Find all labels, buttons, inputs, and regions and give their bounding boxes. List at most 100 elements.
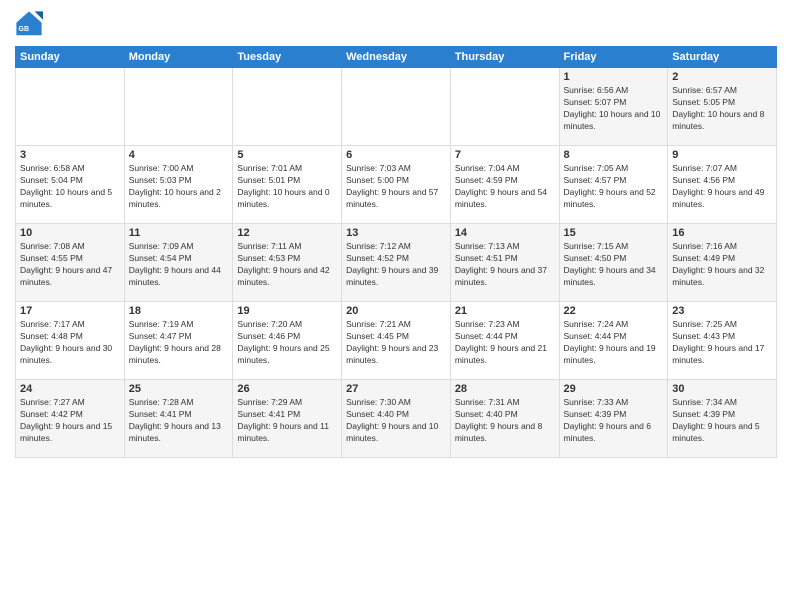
day-number: 21 — [455, 305, 555, 317]
day-cell: 28Sunrise: 7:31 AM Sunset: 4:40 PM Dayli… — [450, 380, 559, 458]
day-cell: 23Sunrise: 7:25 AM Sunset: 4:43 PM Dayli… — [668, 302, 777, 380]
day-info: Sunrise: 7:05 AM Sunset: 4:57 PM Dayligh… — [564, 163, 664, 211]
day-number: 2 — [672, 71, 772, 83]
day-cell: 8 Sunrise: 7:05 AM Sunset: 4:57 PM Daylig… — [559, 146, 668, 224]
header-cell-saturday: Saturday — [668, 47, 777, 68]
day-number: 16 — [672, 227, 772, 239]
day-cell — [124, 68, 233, 146]
day-cell: 7Sunrise: 7:04 AM Sunset: 4:59 PM Daylig… — [450, 146, 559, 224]
day-number: 25 — [129, 383, 229, 395]
day-cell: 22Sunrise: 7:24 AM Sunset: 4:44 PM Dayli… — [559, 302, 668, 380]
day-cell: 12 Sunrise: 7:11 AM Sunset: 4:53 PM Dayli… — [233, 224, 342, 302]
week-row-4: 24 Sunrise: 7:27 AM Sunset: 4:42 PM Dayli… — [16, 380, 777, 458]
day-cell: 25 Sunrise: 7:28 AM Sunset: 4:41 PM Dayli… — [124, 380, 233, 458]
day-info: Sunrise: 7:31 AM Sunset: 4:40 PM Dayligh… — [455, 397, 555, 445]
header-cell-sunday: Sunday — [16, 47, 125, 68]
header-cell-wednesday: Wednesday — [342, 47, 451, 68]
day-number: 8 — [564, 149, 664, 161]
week-row-3: 17 Sunrise: 7:17 AM Sunset: 4:48 PM Dayli… — [16, 302, 777, 380]
day-info: Sunrise: 7:00 AM Sunset: 5:03 PM Dayligh… — [129, 163, 229, 211]
day-number: 29 — [564, 383, 664, 395]
day-cell: 24 Sunrise: 7:27 AM Sunset: 4:42 PM Dayli… — [16, 380, 125, 458]
day-cell — [450, 68, 559, 146]
day-cell: 14 Sunrise: 7:13 AM Sunset: 4:51 PM Dayli… — [450, 224, 559, 302]
day-number: 1 — [564, 71, 664, 83]
calendar-header: SundayMondayTuesdayWednesdayThursdayFrid… — [16, 47, 777, 68]
day-info: Sunrise: 7:16 AM Sunset: 4:49 PM Dayligh… — [672, 241, 772, 289]
day-cell: 3 Sunrise: 6:58 AM Sunset: 5:04 PM Daylig… — [16, 146, 125, 224]
day-info: Sunrise: 6:58 AM Sunset: 5:04 PM Dayligh… — [20, 163, 120, 211]
header-row: SundayMondayTuesdayWednesdayThursdayFrid… — [16, 47, 777, 68]
day-number: 27 — [346, 383, 446, 395]
day-number: 18 — [129, 305, 229, 317]
day-cell: 30 Sunrise: 7:34 AM Sunset: 4:39 PM Dayli… — [668, 380, 777, 458]
calendar-body: 1 Sunrise: 6:56 AM Sunset: 5:07 PM Daylig… — [16, 68, 777, 458]
day-info: Sunrise: 7:09 AM Sunset: 4:54 PM Dayligh… — [129, 241, 229, 289]
header: GB — [15, 10, 777, 38]
day-info: Sunrise: 7:27 AM Sunset: 4:42 PM Dayligh… — [20, 397, 120, 445]
day-cell: 15Sunrise: 7:15 AM Sunset: 4:50 PM Dayli… — [559, 224, 668, 302]
day-cell: 21 Sunrise: 7:23 AM Sunset: 4:44 PM Dayli… — [450, 302, 559, 380]
day-number: 15 — [564, 227, 664, 239]
day-info: Sunrise: 7:20 AM Sunset: 4:46 PM Dayligh… — [237, 319, 337, 367]
day-number: 30 — [672, 383, 772, 395]
day-cell: 13Sunrise: 7:12 AM Sunset: 4:52 PM Dayli… — [342, 224, 451, 302]
page: GB SundayMondayTuesdayWednesdayThursdayF… — [0, 0, 792, 612]
day-info: Sunrise: 7:30 AM Sunset: 4:40 PM Dayligh… — [346, 397, 446, 445]
day-number: 24 — [20, 383, 120, 395]
day-info: Sunrise: 6:57 AM Sunset: 5:05 PM Dayligh… — [672, 85, 772, 133]
day-number: 4 — [129, 149, 229, 161]
day-number: 14 — [455, 227, 555, 239]
day-info: Sunrise: 7:21 AM Sunset: 4:45 PM Dayligh… — [346, 319, 446, 367]
day-number: 26 — [237, 383, 337, 395]
day-number: 12 — [237, 227, 337, 239]
day-cell: 2 Sunrise: 6:57 AM Sunset: 5:05 PM Daylig… — [668, 68, 777, 146]
day-number: 9 — [672, 149, 772, 161]
week-row-1: 3 Sunrise: 6:58 AM Sunset: 5:04 PM Daylig… — [16, 146, 777, 224]
header-cell-tuesday: Tuesday — [233, 47, 342, 68]
day-number: 5 — [237, 149, 337, 161]
header-cell-thursday: Thursday — [450, 47, 559, 68]
day-info: Sunrise: 7:08 AM Sunset: 4:55 PM Dayligh… — [20, 241, 120, 289]
header-cell-friday: Friday — [559, 47, 668, 68]
day-cell: 6 Sunrise: 7:03 AM Sunset: 5:00 PM Daylig… — [342, 146, 451, 224]
day-info: Sunrise: 7:01 AM Sunset: 5:01 PM Dayligh… — [237, 163, 337, 211]
day-info: Sunrise: 7:19 AM Sunset: 4:47 PM Dayligh… — [129, 319, 229, 367]
day-info: Sunrise: 7:29 AM Sunset: 4:41 PM Dayligh… — [237, 397, 337, 445]
day-cell: 20 Sunrise: 7:21 AM Sunset: 4:45 PM Dayli… — [342, 302, 451, 380]
day-info: Sunrise: 7:17 AM Sunset: 4:48 PM Dayligh… — [20, 319, 120, 367]
day-cell: 17 Sunrise: 7:17 AM Sunset: 4:48 PM Dayli… — [16, 302, 125, 380]
day-cell: 18 Sunrise: 7:19 AM Sunset: 4:47 PM Dayli… — [124, 302, 233, 380]
day-info: Sunrise: 7:23 AM Sunset: 4:44 PM Dayligh… — [455, 319, 555, 367]
day-number: 23 — [672, 305, 772, 317]
day-number: 11 — [129, 227, 229, 239]
day-number: 20 — [346, 305, 446, 317]
day-info: Sunrise: 7:28 AM Sunset: 4:41 PM Dayligh… — [129, 397, 229, 445]
day-cell — [16, 68, 125, 146]
day-info: Sunrise: 7:03 AM Sunset: 5:00 PM Dayligh… — [346, 163, 446, 211]
day-cell: 9 Sunrise: 7:07 AM Sunset: 4:56 PM Daylig… — [668, 146, 777, 224]
day-cell — [233, 68, 342, 146]
day-info: Sunrise: 7:11 AM Sunset: 4:53 PM Dayligh… — [237, 241, 337, 289]
day-cell: 11 Sunrise: 7:09 AM Sunset: 4:54 PM Dayli… — [124, 224, 233, 302]
week-row-2: 10Sunrise: 7:08 AM Sunset: 4:55 PM Dayli… — [16, 224, 777, 302]
day-cell: 29Sunrise: 7:33 AM Sunset: 4:39 PM Dayli… — [559, 380, 668, 458]
day-info: Sunrise: 7:07 AM Sunset: 4:56 PM Dayligh… — [672, 163, 772, 211]
day-cell: 16 Sunrise: 7:16 AM Sunset: 4:49 PM Dayli… — [668, 224, 777, 302]
day-number: 22 — [564, 305, 664, 317]
logo: GB — [15, 10, 47, 38]
day-cell — [342, 68, 451, 146]
week-row-0: 1 Sunrise: 6:56 AM Sunset: 5:07 PM Daylig… — [16, 68, 777, 146]
day-info: Sunrise: 7:34 AM Sunset: 4:39 PM Dayligh… — [672, 397, 772, 445]
day-info: Sunrise: 7:12 AM Sunset: 4:52 PM Dayligh… — [346, 241, 446, 289]
day-info: Sunrise: 7:13 AM Sunset: 4:51 PM Dayligh… — [455, 241, 555, 289]
calendar-table: SundayMondayTuesdayWednesdayThursdayFrid… — [15, 46, 777, 458]
header-cell-monday: Monday — [124, 47, 233, 68]
day-cell: 4 Sunrise: 7:00 AM Sunset: 5:03 PM Daylig… — [124, 146, 233, 224]
day-info: Sunrise: 6:56 AM Sunset: 5:07 PM Dayligh… — [564, 85, 664, 133]
day-number: 6 — [346, 149, 446, 161]
svg-text:GB: GB — [19, 26, 30, 33]
day-number: 3 — [20, 149, 120, 161]
day-cell: 5 Sunrise: 7:01 AM Sunset: 5:01 PM Daylig… — [233, 146, 342, 224]
day-number: 17 — [20, 305, 120, 317]
